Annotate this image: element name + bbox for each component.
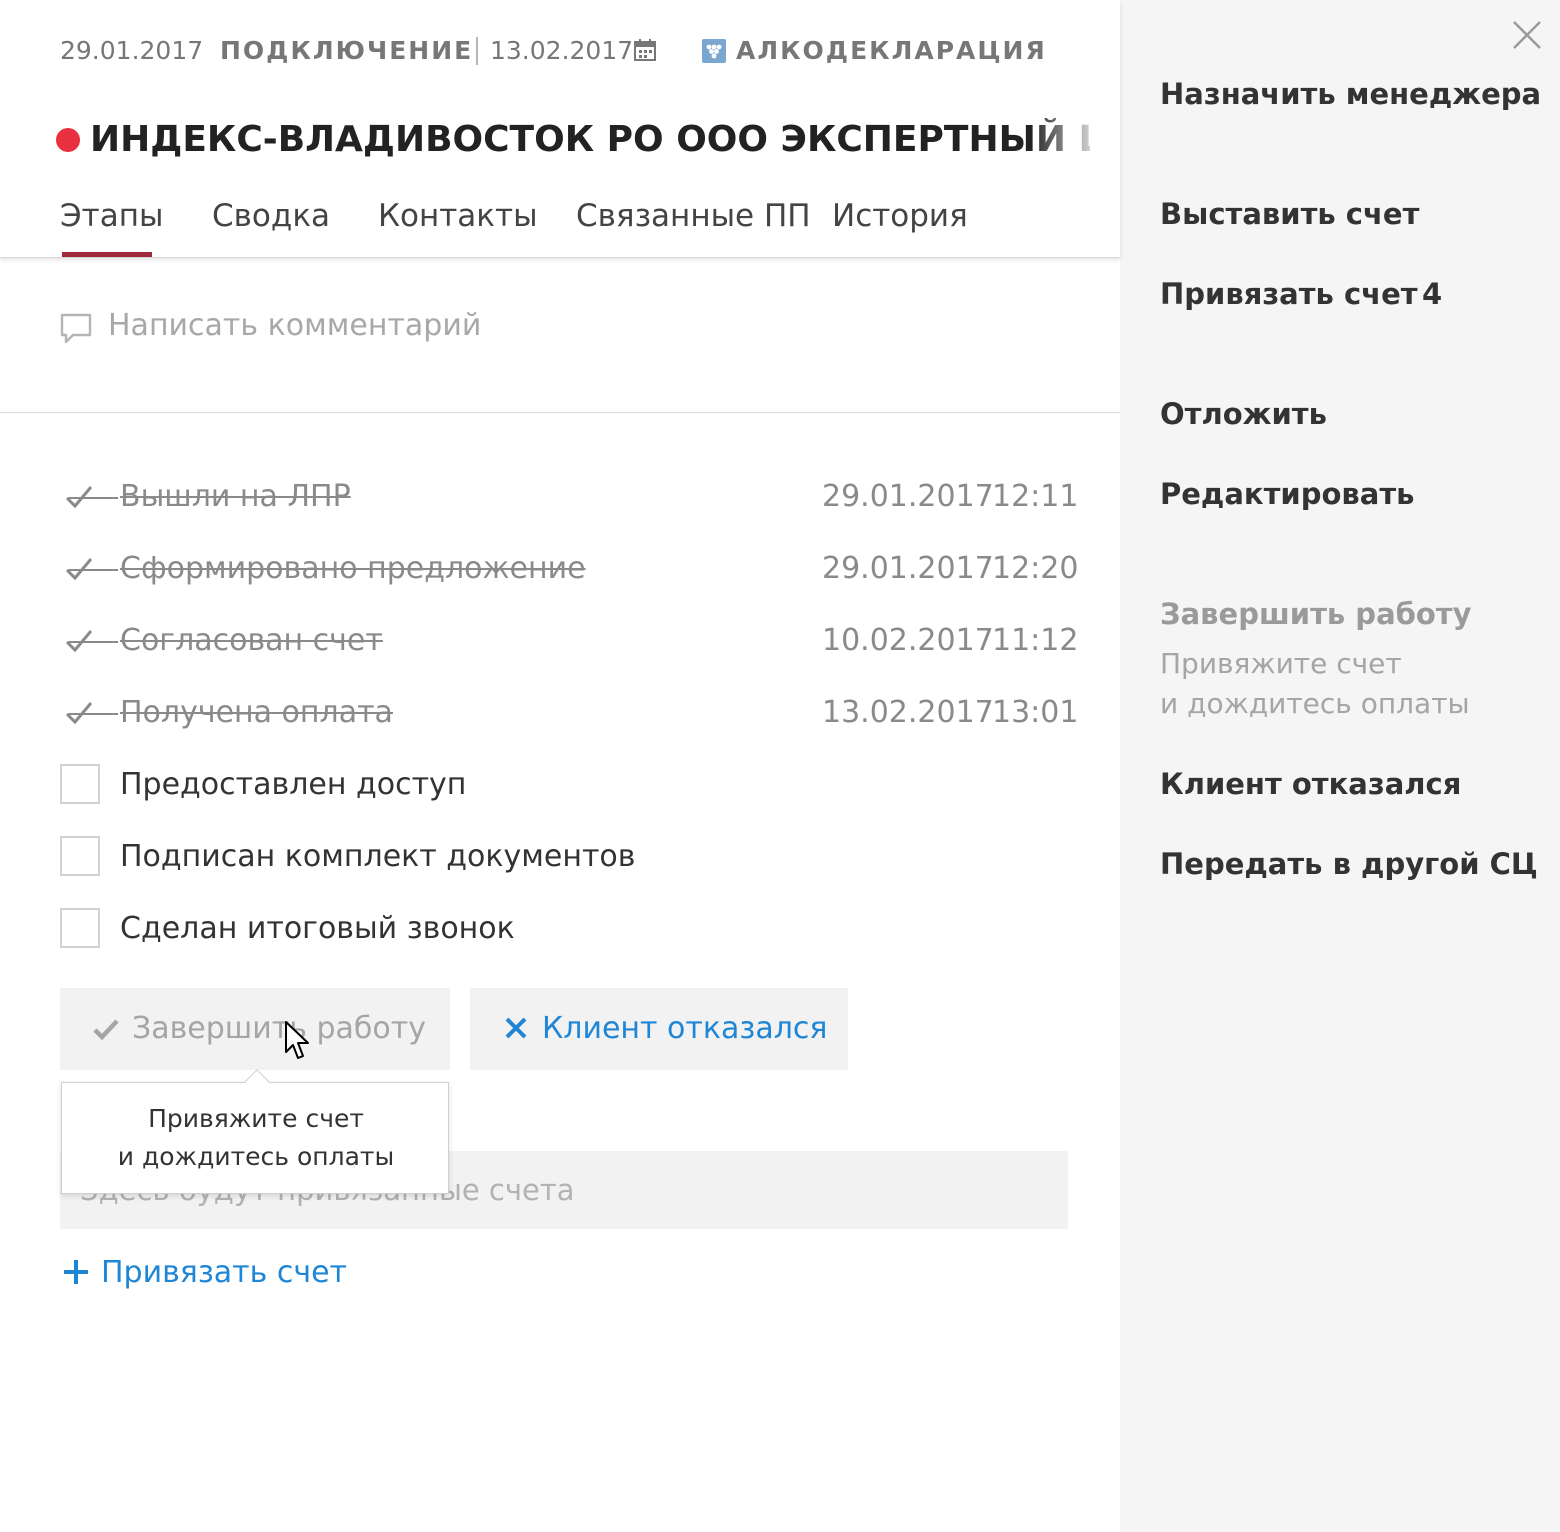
postpone-action[interactable]: Отложить [1160, 392, 1327, 436]
connection-label: ПОДКЛЮЧЕНИЕ [220, 36, 474, 65]
stage-date: 10.02.2017 [822, 623, 994, 658]
tab-stages[interactable]: Этапы [60, 194, 163, 238]
check-icon [93, 1019, 119, 1041]
plus-icon[interactable] [62, 1258, 90, 1286]
close-icon[interactable] [1512, 20, 1542, 50]
stage-label: Получена оплата [120, 695, 393, 730]
company-title: ИНДЕКС-ВЛАДИВОСТОК РО ООО ЭКСПЕРТНЫЙ ЦЕН… [90, 119, 1090, 160]
client-refused-button[interactable]: Клиент отказался [470, 988, 848, 1070]
finish-work-action[interactable]: Завершить работу [1160, 592, 1472, 636]
tab-contacts[interactable]: Контакты [378, 194, 538, 238]
product-name: АЛКОДЕКЛАРАЦИЯ [736, 36, 1047, 65]
active-tab-indicator [62, 252, 152, 257]
completed-stage[interactable]: Получена оплата 13.02.2017 13:01 [60, 691, 1078, 735]
tooltip-text: Привяжите счет [148, 1104, 364, 1133]
stage-label: Подписан комплект документов [120, 839, 636, 874]
strike-line [68, 569, 118, 571]
deal-card: 29.01.2017 ПОДКЛЮЧЕНИЕ 13.02.2017 АЛКОДЕ… [0, 0, 1120, 1532]
stage-label: Предоставлен доступ [120, 767, 467, 802]
comment-input[interactable]: Написать комментарий [108, 306, 808, 346]
client-refused-action[interactable]: Клиент отказался [1160, 762, 1461, 806]
strike-line [68, 641, 118, 643]
assign-manager-action[interactable]: Назначить менеджера [1160, 72, 1541, 116]
pending-stage[interactable]: Предоставлен доступ [60, 763, 860, 807]
stage-date: 13.02.2017 [822, 695, 994, 730]
status-indicator [56, 128, 80, 152]
stage-date: 29.01.2017 [822, 479, 994, 514]
stage-label: Сделан итоговый звонок [120, 911, 515, 946]
tooltip-text: и дождитесь оплаты [117, 1142, 395, 1171]
completed-stage[interactable]: Согласован счет 10.02.2017 11:12 [60, 619, 1078, 663]
invoice-count-badge: 4 [1422, 277, 1443, 311]
finish-work-button[interactable]: Завершить работу [60, 988, 450, 1070]
stage-checkbox[interactable] [60, 908, 100, 948]
actions-panel: Назначить менеджера Выставить счет Привя… [1120, 0, 1560, 1532]
stage-label: Сформировано предложение [120, 551, 586, 586]
stage-time: 12:11 [992, 479, 1079, 514]
finish-hint: и дождитесь оплаты [1160, 687, 1470, 720]
stage-label: Вышли на ЛПР [120, 479, 351, 514]
deal-header: 29.01.2017 ПОДКЛЮЧЕНИЕ 13.02.2017 АЛКОДЕ… [0, 0, 1120, 258]
client-refused-label: Клиент отказался [542, 1011, 828, 1046]
stage-checkbox[interactable] [60, 764, 100, 804]
deal-date: 29.01.2017 [60, 36, 204, 65]
connection-date: 13.02.2017 [490, 36, 634, 65]
pending-stage[interactable]: Подписан комплект документов [60, 835, 860, 879]
stage-date: 29.01.2017 [822, 551, 994, 586]
tab-related[interactable]: Связанные ПП [576, 194, 811, 238]
stage-time: 13:01 [992, 695, 1079, 730]
transfer-action[interactable]: Передать в другой СЦ [1160, 842, 1538, 886]
pending-stage[interactable]: Сделан итоговый звонок [60, 907, 860, 951]
calendar-icon[interactable] [633, 38, 657, 62]
finish-work-label: Завершить работу [132, 1011, 426, 1046]
completed-stage[interactable]: Сформировано предложение 29.01.2017 12:2… [60, 547, 1078, 591]
meta-divider [476, 37, 478, 65]
edit-action[interactable]: Редактировать [1160, 472, 1414, 516]
tooltip: Привяжите счет и дождитесь оплаты [61, 1082, 449, 1194]
issue-invoice-action[interactable]: Выставить счет [1160, 192, 1419, 236]
comment-icon [60, 313, 92, 344]
title-fade [1030, 110, 1120, 170]
mouse-cursor-icon [285, 1021, 309, 1059]
completed-stage[interactable]: Вышли на ЛПР 29.01.2017 12:11 [60, 475, 1078, 519]
tab-history[interactable]: История [832, 194, 968, 238]
strike-line [68, 713, 118, 715]
tab-summary[interactable]: Сводка [212, 194, 330, 238]
stage-time: 12:20 [992, 551, 1079, 586]
strike-line [68, 497, 118, 499]
finish-hint: Привяжите счет [1160, 647, 1402, 680]
close-icon [505, 1017, 527, 1039]
stage-checkbox[interactable] [60, 836, 100, 876]
attach-invoice-action[interactable]: Привязать счет [1160, 272, 1418, 316]
stage-time: 11:12 [992, 623, 1079, 658]
grapes-icon [702, 39, 726, 63]
stage-label: Согласован счет [120, 623, 383, 658]
attach-invoice-link[interactable]: Привязать счет [101, 1252, 347, 1294]
section-divider [0, 412, 1120, 413]
